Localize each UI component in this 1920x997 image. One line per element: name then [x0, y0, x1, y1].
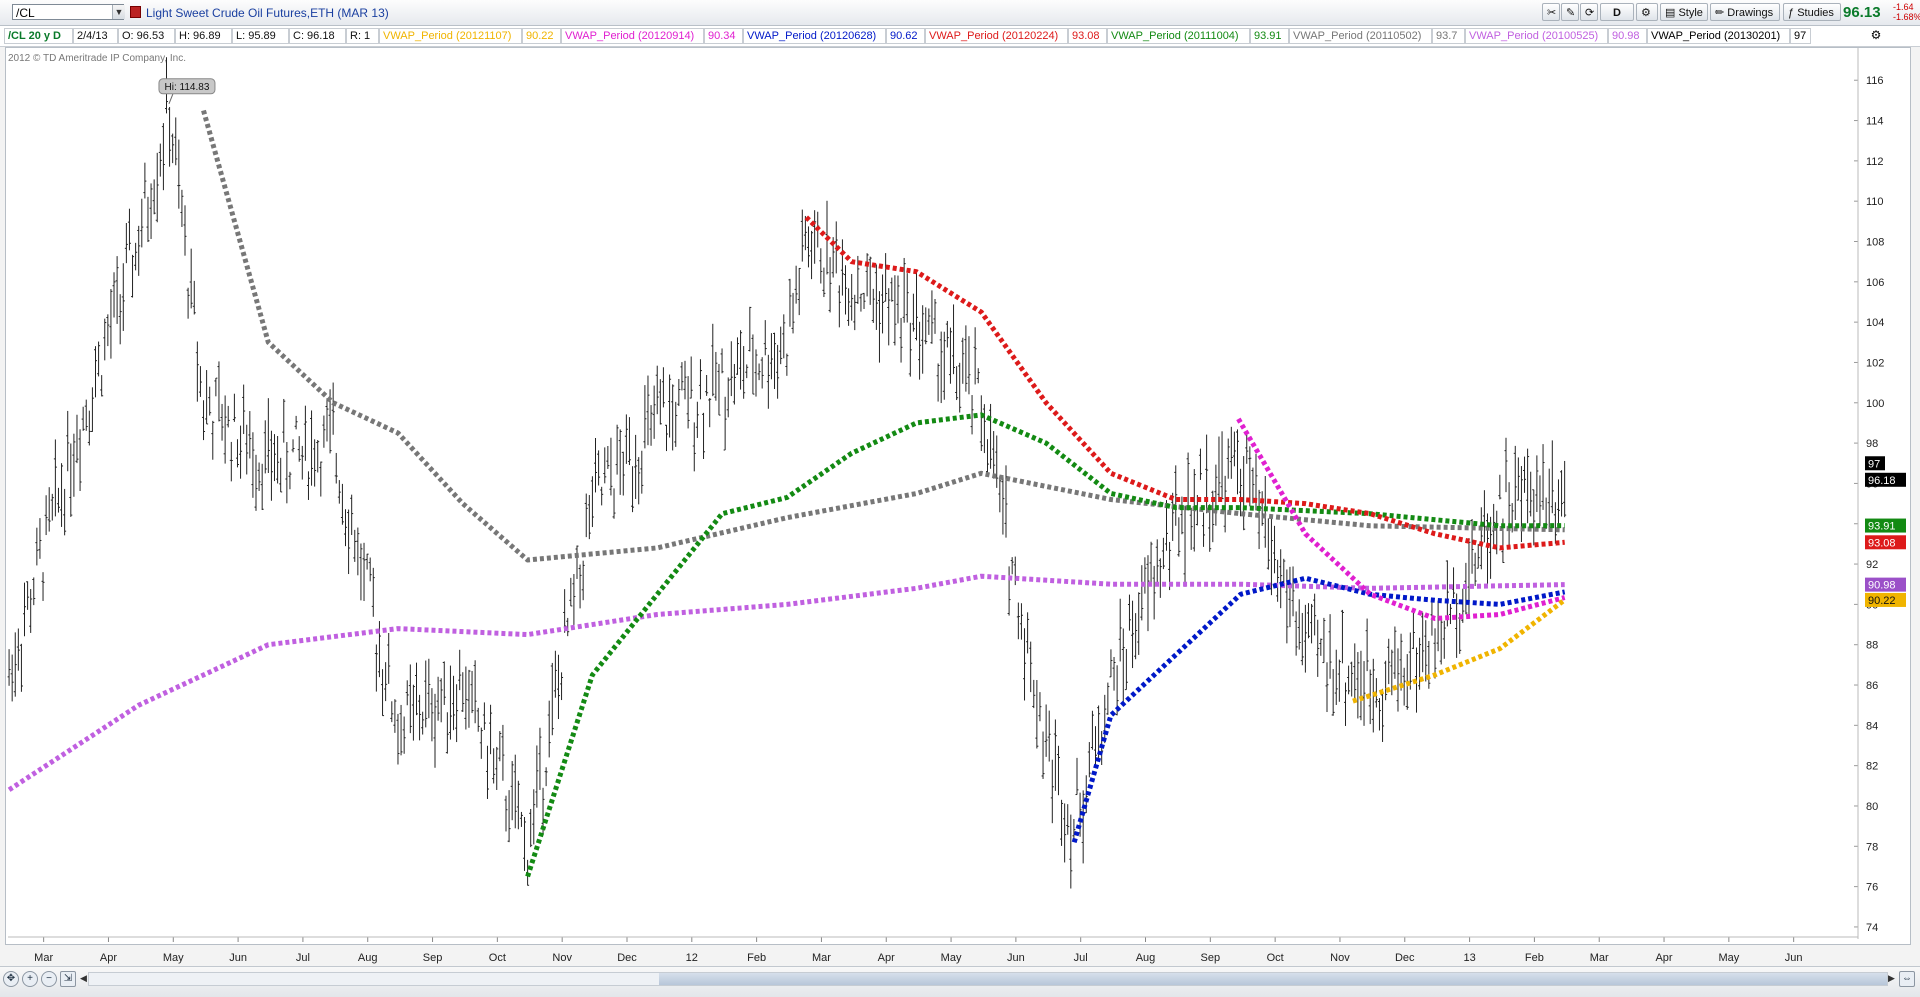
- x-tick-label: Nov: [1330, 952, 1350, 964]
- x-tick-label: Jun: [1007, 952, 1025, 964]
- y-tick-label: 98: [1866, 438, 1878, 450]
- chart-settings-icon[interactable]: ⚙: [1868, 28, 1884, 44]
- y-tick-label: 74: [1866, 922, 1878, 934]
- vwap-series-line: [1352, 597, 1567, 704]
- y-tick-label: 106: [1866, 277, 1884, 289]
- y-tick-label: 88: [1866, 640, 1878, 652]
- y-tick-label: 76: [1866, 882, 1878, 894]
- y-tick-label: 86: [1866, 680, 1878, 692]
- app-window: /CL ▼ Light Sweet Crude Oil Futures,ETH …: [0, 0, 1920, 997]
- x-tick-label: Aug: [358, 952, 378, 964]
- x-tick-label: Apr: [878, 952, 895, 964]
- bottom-scroll-bar: ✥ + − ⇲ ◀ ▶ ⇔: [0, 966, 1920, 997]
- price-label: 93.08: [1868, 537, 1896, 549]
- x-tick-label: Nov: [552, 952, 572, 964]
- y-tick-label: 102: [1866, 357, 1884, 369]
- x-tick-label: Oct: [489, 952, 506, 964]
- ohlc-bars: [7, 57, 1567, 889]
- zoom-out-icon[interactable]: −: [41, 971, 57, 987]
- x-tick-label: Jul: [296, 952, 310, 964]
- vwap-series-line: [525, 412, 1565, 878]
- y-tick-label: 110: [1866, 196, 1884, 208]
- x-tick-label: Sep: [423, 952, 443, 964]
- x-tick-label: Sep: [1201, 952, 1221, 964]
- y-tick-label: 82: [1866, 761, 1878, 773]
- x-tick-label: May: [163, 952, 184, 964]
- scroll-thumb[interactable]: [659, 973, 1887, 985]
- zoom-in-icon[interactable]: +: [22, 971, 38, 987]
- vwap-series-line: [201, 109, 1565, 563]
- x-tick-label: May: [1718, 952, 1739, 964]
- y-tick-label: 114: [1866, 116, 1884, 128]
- x-tick-label: 12: [686, 952, 698, 964]
- price-chart[interactable]: 7476788082848688909294969810010210410610…: [0, 0, 1920, 996]
- y-tick-label: 100: [1866, 398, 1884, 410]
- y-tick-label: 92: [1866, 559, 1878, 571]
- hi-callout-line: [168, 93, 174, 104]
- price-label: 93.91: [1868, 521, 1896, 533]
- x-tick-label: 13: [1463, 952, 1475, 964]
- vwap-series-line: [804, 215, 1565, 551]
- x-tick-label: May: [941, 952, 962, 964]
- y-tick-label: 78: [1866, 841, 1878, 853]
- x-tick-label: Jun: [1785, 952, 1803, 964]
- x-tick-label: Apr: [100, 952, 117, 964]
- x-tick-label: Jun: [229, 952, 247, 964]
- x-tick-label: Feb: [747, 952, 766, 964]
- expand-icon[interactable]: ⇔: [1899, 971, 1915, 987]
- cursor-icon[interactable]: ⇲: [60, 971, 76, 987]
- x-tick-label: Mar: [812, 952, 831, 964]
- y-tick-label: 104: [1866, 317, 1884, 329]
- y-tick-label: 116: [1866, 75, 1884, 87]
- y-tick-label: 80: [1866, 801, 1878, 813]
- price-label: 90.98: [1868, 580, 1896, 592]
- price-label: 97: [1868, 458, 1880, 470]
- x-tick-label: Apr: [1655, 952, 1672, 964]
- scroll-left-arrow-icon[interactable]: ◀: [80, 973, 87, 984]
- scroll-right-arrow-icon[interactable]: ▶: [1888, 973, 1895, 984]
- time-scrollbar[interactable]: [88, 972, 1888, 986]
- x-tick-label: Dec: [1395, 952, 1415, 964]
- pan-icon[interactable]: ✥: [3, 971, 19, 987]
- x-tick-label: Oct: [1267, 952, 1284, 964]
- hi-callout-label: Hi: 114.83: [165, 82, 210, 93]
- y-tick-label: 84: [1866, 720, 1878, 732]
- y-tick-label: 108: [1866, 237, 1884, 249]
- price-label: 90.22: [1868, 595, 1896, 607]
- x-tick-label: Dec: [617, 952, 637, 964]
- x-tick-label: Aug: [1136, 952, 1156, 964]
- x-tick-label: Jul: [1074, 952, 1088, 964]
- x-tick-label: Mar: [34, 952, 53, 964]
- x-tick-label: Mar: [1590, 952, 1609, 964]
- vwap-series-line: [7, 573, 1565, 792]
- price-label: 96.18: [1868, 475, 1896, 487]
- x-tick-label: Feb: [1525, 952, 1544, 964]
- y-tick-label: 112: [1866, 156, 1884, 168]
